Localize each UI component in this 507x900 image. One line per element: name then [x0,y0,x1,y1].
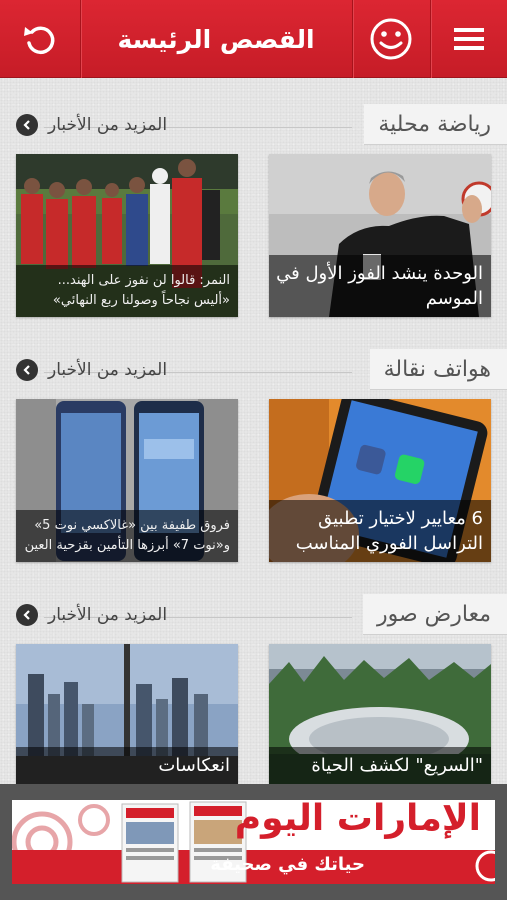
ad-content: الإمارات اليوم حياتك في صحيفة [12,800,495,884]
more-news-label: المزيد من الأخبار [48,115,168,135]
news-card[interactable]: انعكاسات [16,644,238,784]
chevron-left-icon [16,359,38,381]
section-header-photo-galleries: معارض صور المزيد من الأخبار [0,594,507,634]
ad-brand: الإمارات اليوم [234,800,481,839]
news-card[interactable]: "السريع" لكشف الحياة [269,644,491,784]
top-bar: القصص الرئيسة [0,0,507,78]
more-news-link[interactable]: المزيد من الأخبار [16,355,167,385]
more-news-label: المزيد من الأخبار [48,360,168,380]
section-header-mobile-phones: هواتف نقالة المزيد من الأخبار [0,349,507,389]
smiley-button[interactable] [353,0,429,78]
chevron-left-icon [16,114,38,136]
ad-slogan: حياتك في صحيفة [210,854,365,875]
news-caption: النمر: قالوا لن نفوز على الهند... «أليس … [16,265,238,317]
news-caption: "السريع" لكشف الحياة [269,747,491,784]
hamburger-menu-icon [454,28,484,50]
page-title: القصص الرئيسة [117,24,315,54]
news-card[interactable]: 6 معايير لاختيار تطبيق التراسل الفوري ال… [269,399,491,562]
chevron-left-icon [16,604,38,626]
section-header-local-sports: رياضة محلية المزيد من الأخبار [0,104,507,144]
more-news-label: المزيد من الأخبار [48,605,168,625]
news-card[interactable]: فروق طفيفة بين «غالاكسي نوت 5» و«نوت 7» … [16,399,238,562]
news-caption: فروق طفيفة بين «غالاكسي نوت 5» و«نوت 7» … [16,510,238,562]
more-news-link[interactable]: المزيد من الأخبار [16,600,167,630]
refresh-icon [24,26,55,55]
smiley-icon [370,18,412,60]
news-card[interactable]: النمر: قالوا لن نفوز على الهند... «أليس … [16,154,238,317]
section-title: رياضة محلية [364,104,507,144]
more-news-link[interactable]: المزيد من الأخبار [16,110,167,140]
news-caption: انعكاسات [16,747,238,784]
news-caption: 6 معايير لاختيار تطبيق التراسل الفوري ال… [269,500,491,562]
ornament-pattern-icon [475,850,495,882]
section-title: هواتف نقالة [369,349,507,389]
news-card[interactable]: الوحدة ينشد الفوز الأول في الموسم [269,154,491,317]
news-caption: الوحدة ينشد الفوز الأول في الموسم [269,255,491,317]
ad-banner[interactable]: الإمارات اليوم حياتك في صحيفة [0,784,507,900]
menu-button[interactable] [431,0,507,78]
refresh-button[interactable] [0,0,80,78]
section-title: معارض صور [363,594,507,634]
